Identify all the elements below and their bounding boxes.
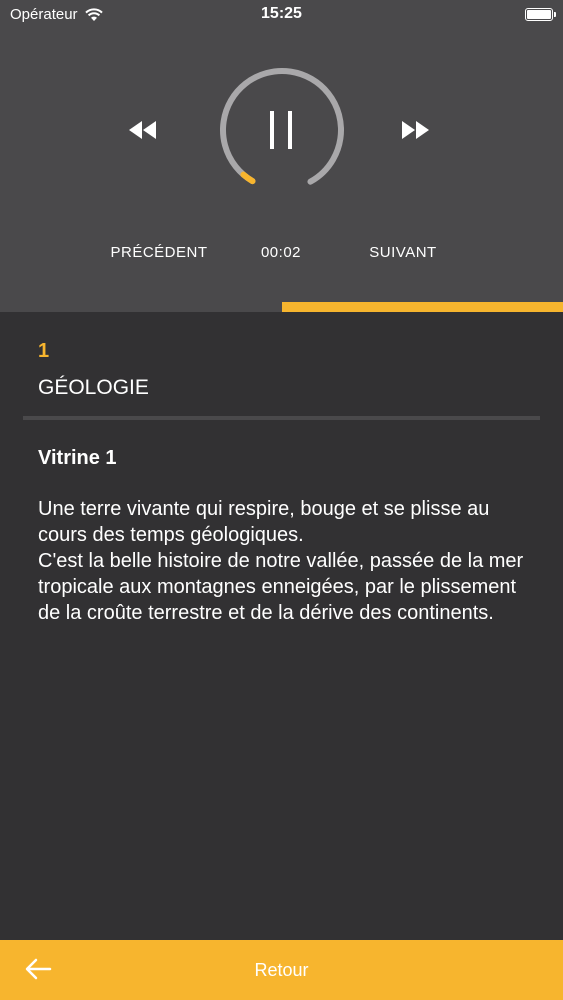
fast-forward-button[interactable]	[398, 115, 432, 145]
status-bar: Opérateur 15:25	[0, 0, 563, 30]
previous-button[interactable]: PRÉCÉDENT	[100, 244, 218, 261]
pause-icon	[270, 111, 292, 149]
status-clock: 15:25	[261, 5, 302, 22]
divider	[23, 416, 540, 420]
item-title: Vitrine 1	[38, 447, 117, 469]
rewind-button[interactable]	[126, 115, 160, 145]
item-description: Une terre vivante qui respire, bouge et …	[38, 498, 524, 624]
pause-button[interactable]	[218, 66, 346, 194]
progress-ring-fill	[220, 68, 344, 192]
audio-player: PRÉCÉDENT 00:02 SUIVANT	[0, 30, 563, 302]
category-title: GÉOLOGIE	[38, 376, 149, 399]
track-progress-fill	[281, 302, 563, 312]
track-number: 1	[38, 340, 50, 362]
back-button[interactable]: Retour	[0, 940, 563, 1000]
battery-icon	[525, 8, 556, 21]
progress-ring-track	[220, 68, 344, 192]
back-label: Retour	[254, 960, 309, 980]
track-progress-bar	[0, 302, 563, 312]
elapsed-time: 00:02	[260, 244, 302, 261]
next-button[interactable]: SUIVANT	[345, 244, 461, 261]
